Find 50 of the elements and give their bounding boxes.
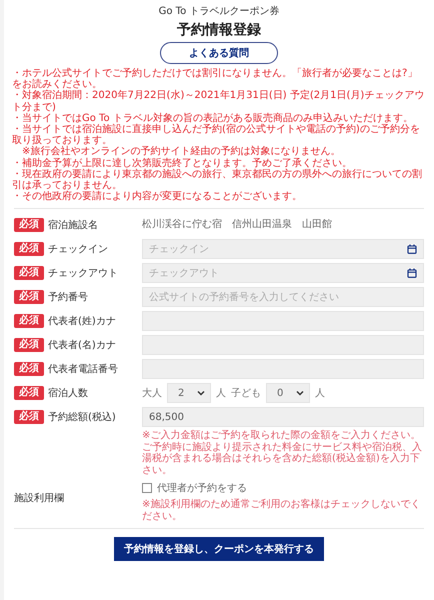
subtitle: Go To トラベルクーポン券 [158,4,280,18]
checkbox[interactable] [142,483,152,494]
notice-text: ・補助金予算が上限に達し次第販売終了となります。予めご了承ください。 [12,158,353,168]
notice-text: ・その他政府の要請により内容が変更になることがございます。 [12,191,303,202]
submit-button[interactable]: 予約情報を登録し、クーポンを本発行する [114,537,324,562]
facility-name: 松川渓谷に佇む宿 信州山田温泉 山田館 [142,218,333,232]
field-label: チェックアウト [48,267,118,280]
field-label: 宿泊施設名 [48,218,98,232]
note-text: ※ご入力金額はご予約を取られた際の金額をご入力ください。ご予約時に施設より提示された料金にサービス料や宿泊税、入湯税が含まれる場合はそれらを含めた総額(税込金額)を入力下さい。 [142,430,423,476]
input-field[interactable] [142,335,424,356]
notice-text: ・現在政府の要請により東京都の施設への旅行、東京都民の方の県外への旅行についての割引は承っておりません。 [12,168,423,191]
field-label: 予約総額(税込) [48,410,116,424]
required-badge: 必須 [14,266,44,280]
required-badge: 必須 [14,362,44,376]
field-label: 代表者電話番号 [48,362,118,376]
adults-select[interactable]: 2 [167,383,211,404]
field-label: 代表者(名)カナ [48,338,116,352]
faq-button[interactable]: よくある質問 [160,42,278,64]
children-label: 子ども [231,387,261,400]
required-badge: 必須 [14,338,44,352]
notice-text: ※旅行会社やオンラインの予約サイト経由の予約は対象になりません。 [21,146,342,158]
children-select[interactable]: 0 [266,383,310,404]
chevron-down-icon [296,390,304,396]
required-badge: 必須 [14,386,44,400]
required-badge: 必須 [14,314,44,328]
notice-text: ・対象宿泊期間：2020年7月22日(水)～2021年1月31日(日) 予定(2月1日(月)チェックアウト分まで) [12,90,426,113]
input-field[interactable] [142,359,424,380]
chevron-down-icon [197,390,205,396]
required-badge: 必須 [14,290,44,304]
field-label: 予約番号 [48,290,88,304]
notice-text: ・ホテル公式サイトでご予約しただけでは割引になりません。「旅行者が必要なことは?」をお読みください。 [12,68,418,90]
field-label: チェックイン [48,243,108,256]
input-field[interactable]: 68,500 [142,407,424,428]
unit-label: 人 [216,387,226,400]
field-label: 代表者(姓)カナ [48,314,116,328]
required-badge: 必須 [14,410,44,424]
unit-label: 人 [315,387,325,400]
required-badge: 必須 [14,242,44,256]
field-label: 施設利用欄 [14,492,64,506]
note-text: ※施設利用欄のため通常ご利用のお客様はチェックしないでください。 [142,499,422,522]
required-badge: 必須 [14,218,44,232]
input-field[interactable] [142,311,424,332]
notice-text: ・当サイトでは宿泊施設に直接申し込んだ予約(宿の公式サイトや電話の予約)のご予約分を取り扱っております。 [12,124,421,146]
calendar-icon[interactable] [407,244,417,254]
adults-label: 大人 [142,386,162,400]
field-label: 宿泊人数 [48,386,88,400]
checkbox-option[interactable]: 代理者が予約をする [142,480,424,496]
page-title: 予約情報登録 [177,21,261,39]
notice-text: ・当サイトではGo To トラベル対象の旨の表記がある販売商品のみ申込みいただけます。 [12,112,414,124]
calendar-icon[interactable] [407,268,417,278]
